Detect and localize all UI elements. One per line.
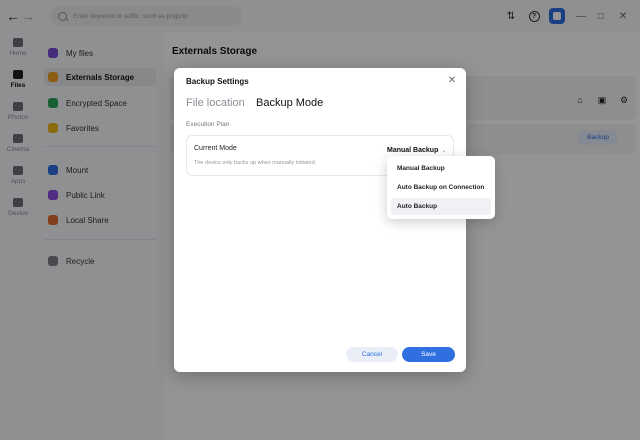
mode-select[interactable]: Manual Backup ⌄ bbox=[387, 144, 446, 156]
close-icon[interactable]: ✕ bbox=[446, 74, 458, 86]
tab-file-location[interactable]: File location bbox=[186, 97, 245, 109]
dropdown-option-auto-backup[interactable]: Auto Backup bbox=[391, 198, 491, 215]
tab-backup-mode[interactable]: Backup Mode bbox=[256, 97, 323, 109]
backup-settings-dialog: Backup Settings ✕ File location Backup M… bbox=[174, 68, 466, 372]
mode-description: The device only backs up when manually i… bbox=[194, 160, 317, 166]
dropdown-option-auto-backup-on-connection[interactable]: Auto Backup on Connection bbox=[391, 179, 491, 196]
mode-dropdown: Manual Backup Auto Backup on Connection … bbox=[387, 156, 495, 219]
save-button[interactable]: Save bbox=[402, 347, 455, 362]
chevron-down-icon: ⌄ bbox=[441, 147, 447, 154]
mode-label: Current Mode bbox=[194, 145, 237, 152]
section-label: Execution Plan bbox=[186, 121, 230, 128]
dialog-title: Backup Settings bbox=[186, 77, 249, 86]
mode-value: Manual Backup bbox=[387, 146, 439, 154]
cancel-button[interactable]: Cancel bbox=[346, 347, 398, 362]
dropdown-option-manual-backup[interactable]: Manual Backup bbox=[391, 160, 491, 177]
